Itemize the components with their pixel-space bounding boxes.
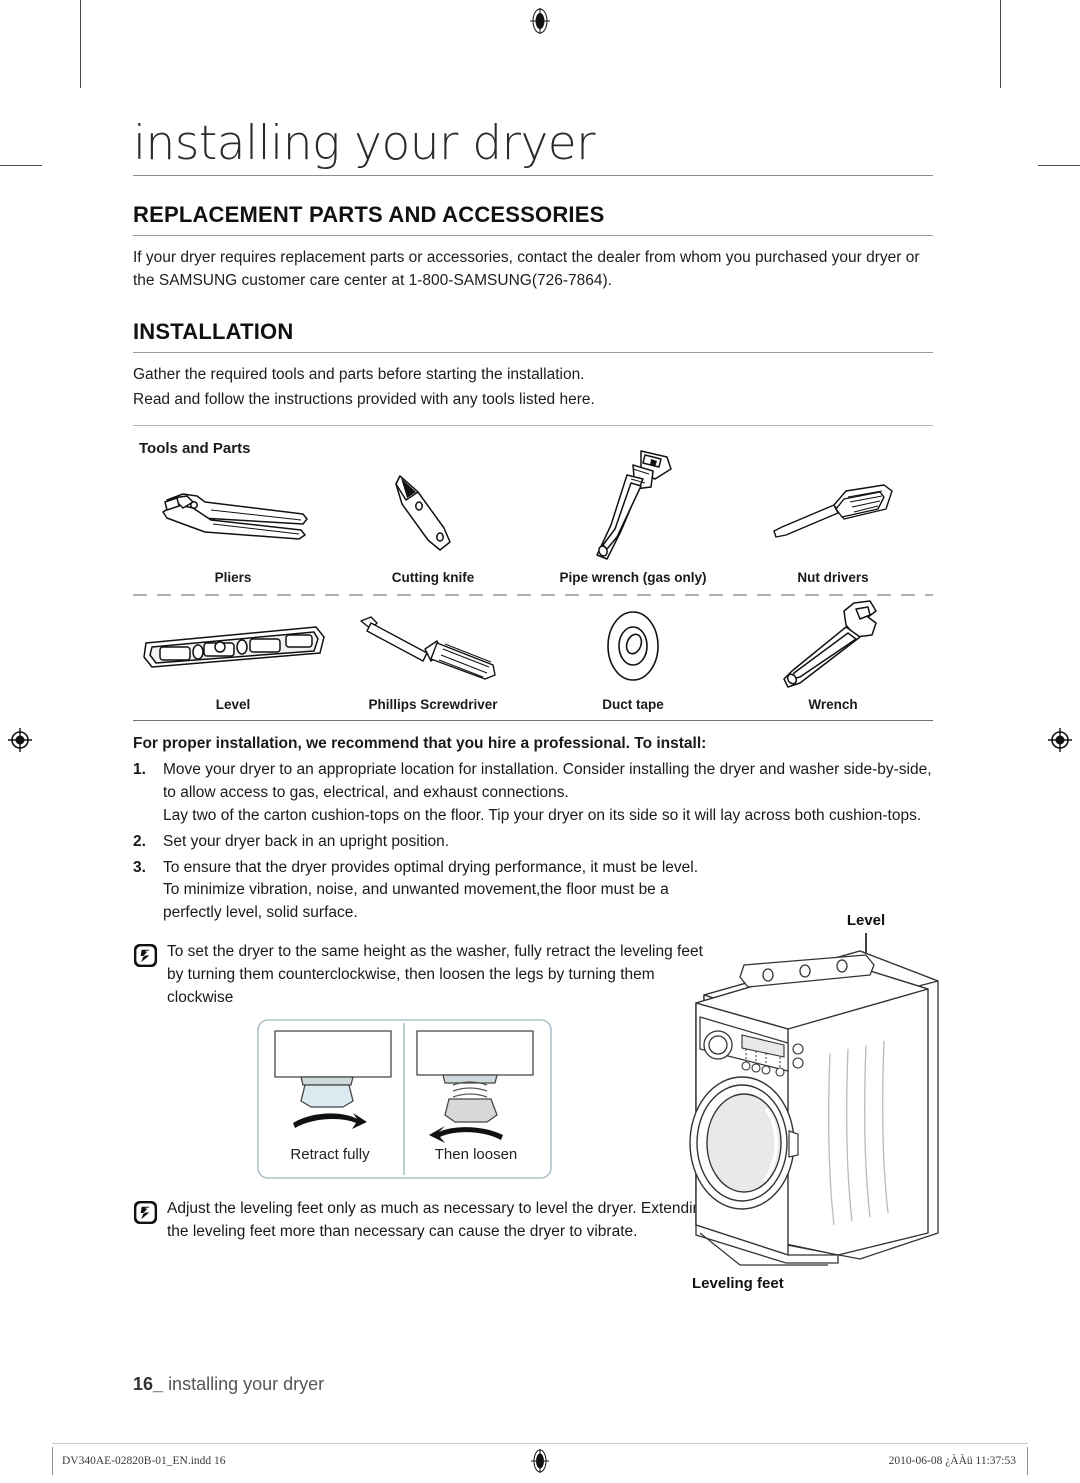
print-bar-tick-right: [1027, 1447, 1028, 1475]
crop-mark-right-top: [1038, 165, 1080, 166]
tool-item-pipe-wrench: Pipe wrench (gas only): [533, 450, 733, 587]
tool-label: Nut drivers: [797, 570, 869, 585]
dryer-callout-leveling-feet: Leveling feet: [692, 1275, 784, 1292]
tool-item-pliers: Pliers: [133, 457, 333, 587]
panel-caption: Retract fully: [290, 1146, 370, 1163]
dryer-callout-level: Level: [847, 912, 885, 929]
tool-label: Cutting knife: [391, 570, 475, 585]
note-text: Adjust the leveling feet only as much as…: [167, 1200, 710, 1241]
wrench-icon: [733, 596, 933, 697]
tool-item-level: Level: [133, 596, 333, 714]
crop-mark-left-top: [0, 165, 42, 166]
panel-caption: Then loosen: [435, 1146, 518, 1163]
leveling-feet-figure: Retract fully Then loosen: [257, 1019, 552, 1184]
tools-bottom-rule: [133, 720, 933, 721]
print-bar: DV340AE-02820B-01_EN.indd 16 2010-06-08 …: [0, 1443, 1080, 1483]
tool-item-duct-tape: Duct tape: [533, 596, 733, 714]
note-text: To set the dryer to the same height as t…: [167, 942, 703, 1006]
installation-body-line1: Gather the required tools and parts befo…: [133, 365, 585, 383]
tool-label: Wrench: [808, 697, 858, 712]
instruction-step: 2. Set your dryer back in an upright pos…: [133, 831, 933, 854]
crop-mark-top-right: [1000, 0, 1001, 88]
title-rule: [133, 175, 933, 176]
step-paragraph: To ensure that the dryer provides optima…: [163, 858, 699, 922]
cutting-knife-icon: [333, 457, 533, 570]
print-bar-rule: [52, 1443, 1028, 1444]
tool-label: Pipe wrench (gas only): [559, 570, 707, 585]
manual-page: installing your dryer REPLACEMENT PARTS …: [0, 0, 1080, 1483]
print-bar-registration-mark: [528, 1449, 552, 1478]
tool-item-phillips-screwdriver: Phillips Screwdriver: [333, 596, 533, 714]
note-icon: [133, 941, 167, 1009]
step-number: 2.: [133, 832, 146, 850]
print-bar-timestamp: 2010-06-08 ¿ÀÀü 11:37:53: [888, 1455, 1016, 1467]
tool-label: Level: [215, 697, 251, 712]
pliers-icon: [133, 457, 333, 570]
nut-driver-icon: [733, 457, 933, 570]
crop-mark-top-left: [80, 0, 81, 88]
section-rule: [133, 351, 933, 353]
tool-label: Pliers: [214, 570, 252, 585]
tool-item-wrench: Wrench: [733, 596, 933, 714]
duct-tape-icon: [533, 596, 733, 697]
installation-body-line2: Read and follow the instructions provide…: [133, 390, 595, 408]
phillips-screwdriver-icon: [333, 596, 533, 697]
section-heading-replacement-parts: REPLACEMENT PARTS AND ACCESSORIES: [133, 202, 605, 227]
pipe-wrench-icon: [533, 445, 733, 570]
step-paragraph: Move your dryer to an appropriate locati…: [163, 761, 932, 802]
tools-row-1: Pliers Cutting knife Pipe wrench (gas on…: [133, 450, 933, 587]
tools-row-2: Level Phillips Screwdriver Duct tape Wre…: [133, 596, 933, 714]
tools-top-rule: [133, 425, 933, 426]
step-paragraph: Set your dryer back in an upright positi…: [163, 832, 450, 850]
footer-page-number: 16_: [133, 1374, 164, 1394]
tool-item-cutting-knife: Cutting knife: [333, 457, 533, 587]
step-number: 1.: [133, 761, 146, 779]
note-icon: [133, 1198, 167, 1244]
registration-mark-top: [527, 8, 553, 34]
tool-label: Duct tape: [602, 697, 664, 712]
footer-chapter-label: installing your dryer: [168, 1374, 325, 1394]
instructions-lead: For proper installation, we recommend th…: [133, 735, 707, 752]
instruction-step: 1. Move your dryer to an appropriate loc…: [133, 759, 933, 827]
section-heading-installation: INSTALLATION: [133, 318, 294, 344]
page-footer: 16_ installing your dryer: [133, 1374, 324, 1395]
section-rule: [133, 235, 933, 236]
replacement-parts-body: If your dryer requires replacement parts…: [133, 249, 920, 290]
level-icon: [133, 596, 333, 697]
dryer-illustration: Level Leveling feet: [688, 903, 1033, 1303]
step-number: 3.: [133, 858, 146, 876]
tool-label: Phillips Screwdriver: [368, 697, 498, 712]
step-paragraph: Lay two of the carton cushion-tops on th…: [163, 807, 922, 825]
tool-item-nut-drivers: Nut drivers: [733, 457, 933, 587]
print-bar-filename: DV340AE-02820B-01_EN.indd 16: [62, 1455, 226, 1467]
registration-mark-left: [7, 727, 33, 753]
print-bar-tick-left: [52, 1447, 53, 1475]
instruction-steps: 1. Move your dryer to an appropriate loc…: [133, 759, 933, 924]
registration-mark-right: [1047, 727, 1073, 753]
chapter-title: installing your dryer: [133, 116, 596, 171]
